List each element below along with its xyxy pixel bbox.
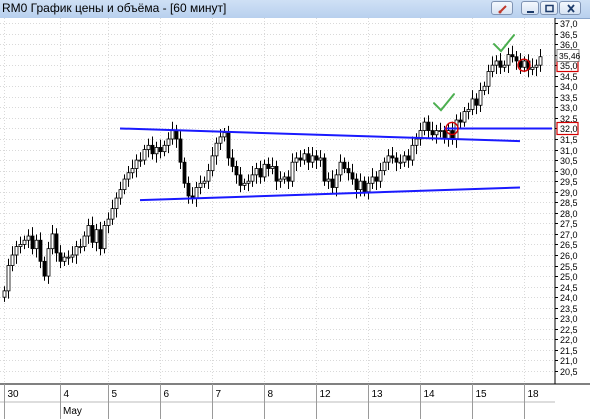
- x-tick-label: 5: [112, 389, 118, 400]
- last-price-label: 35,46: [559, 51, 581, 61]
- minimize-icon: [527, 11, 534, 13]
- candle: [102, 220, 107, 254]
- x-tick-label: 14: [424, 389, 436, 400]
- x-tick-label: 7: [216, 389, 222, 400]
- x-tick-label: 12: [320, 389, 332, 400]
- maximize-button[interactable]: [540, 1, 558, 15]
- y-tick-label: 21,5: [560, 346, 578, 356]
- candle: [182, 157, 187, 188]
- level-box: 32,0: [556, 121, 579, 136]
- y-tick-label: 34,0: [560, 82, 578, 92]
- y-tick-label: 22,5: [560, 325, 578, 335]
- close-button[interactable]: [559, 1, 581, 15]
- y-tick-label: 33,5: [560, 93, 578, 103]
- title-bar[interactable]: RM0 График цены и объёма - [60 минут]: [0, 0, 590, 19]
- y-tick-label: 26,5: [560, 240, 578, 250]
- y-tick-label: 23,0: [560, 314, 578, 324]
- y-tick-label: 22,0: [560, 335, 578, 345]
- y-tick-label: 30,0: [560, 167, 578, 177]
- y-tick-label: 28,0: [560, 209, 578, 219]
- y-tick-label: 24,0: [560, 293, 578, 303]
- price-chart[interactable]: 37,036,536,035,535,034,534,033,533,032,5…: [0, 18, 590, 419]
- y-tick-label: 26,0: [560, 251, 578, 261]
- y-tick-label: 27,0: [560, 230, 578, 240]
- maximize-icon: [545, 4, 554, 13]
- minimize-button[interactable]: [521, 1, 539, 15]
- x-tick-label: 8: [268, 389, 274, 400]
- y-tick-label: 25,0: [560, 272, 578, 282]
- window-title: RM0 График цены и объёма - [60 минут]: [2, 1, 227, 15]
- candle: [322, 153, 327, 186]
- y-tick-label: 37,0: [560, 19, 578, 29]
- draw-tool-button[interactable]: [491, 1, 513, 15]
- y-tick-label: 36,5: [560, 30, 578, 40]
- level-label: 35,0: [560, 61, 578, 71]
- y-tick-label: 21,0: [560, 356, 578, 366]
- y-tick-label: 36,0: [560, 40, 578, 50]
- x-month-label: May: [63, 406, 82, 417]
- x-tick-label: 4: [64, 389, 70, 400]
- pencil-icon: [498, 5, 507, 14]
- y-axis-ticks: 37,036,536,035,535,034,534,033,533,032,5…: [555, 19, 578, 377]
- y-tick-label: 31,5: [560, 135, 578, 145]
- x-tick-label: 15: [476, 389, 488, 400]
- y-tick-label: 24,5: [560, 283, 578, 293]
- y-tick-label: 34,5: [560, 72, 578, 82]
- y-tick-label: 33,0: [560, 103, 578, 113]
- chart-window: RM0 График цены и объёма - [60 минут] 37…: [0, 0, 590, 419]
- y-tick-label: 23,5: [560, 304, 578, 314]
- last-price-box: 35,46: [556, 49, 581, 62]
- y-tick-label: 29,0: [560, 188, 578, 198]
- level-label: 32,0: [560, 124, 578, 134]
- y-tick-label: 27,5: [560, 219, 578, 229]
- y-tick-label: 20,5: [560, 367, 578, 377]
- x-tick-label: 6: [164, 389, 170, 400]
- y-tick-label: 25,5: [560, 262, 578, 272]
- x-tick-label: 18: [528, 389, 540, 400]
- x-tick-label: 13: [372, 389, 384, 400]
- y-tick-label: 29,5: [560, 177, 578, 187]
- close-icon: [567, 4, 575, 13]
- y-tick-label: 28,5: [560, 198, 578, 208]
- y-tick-label: 30,5: [560, 156, 578, 166]
- x-tick-label: 30: [8, 389, 20, 400]
- y-tick-label: 31,0: [560, 146, 578, 156]
